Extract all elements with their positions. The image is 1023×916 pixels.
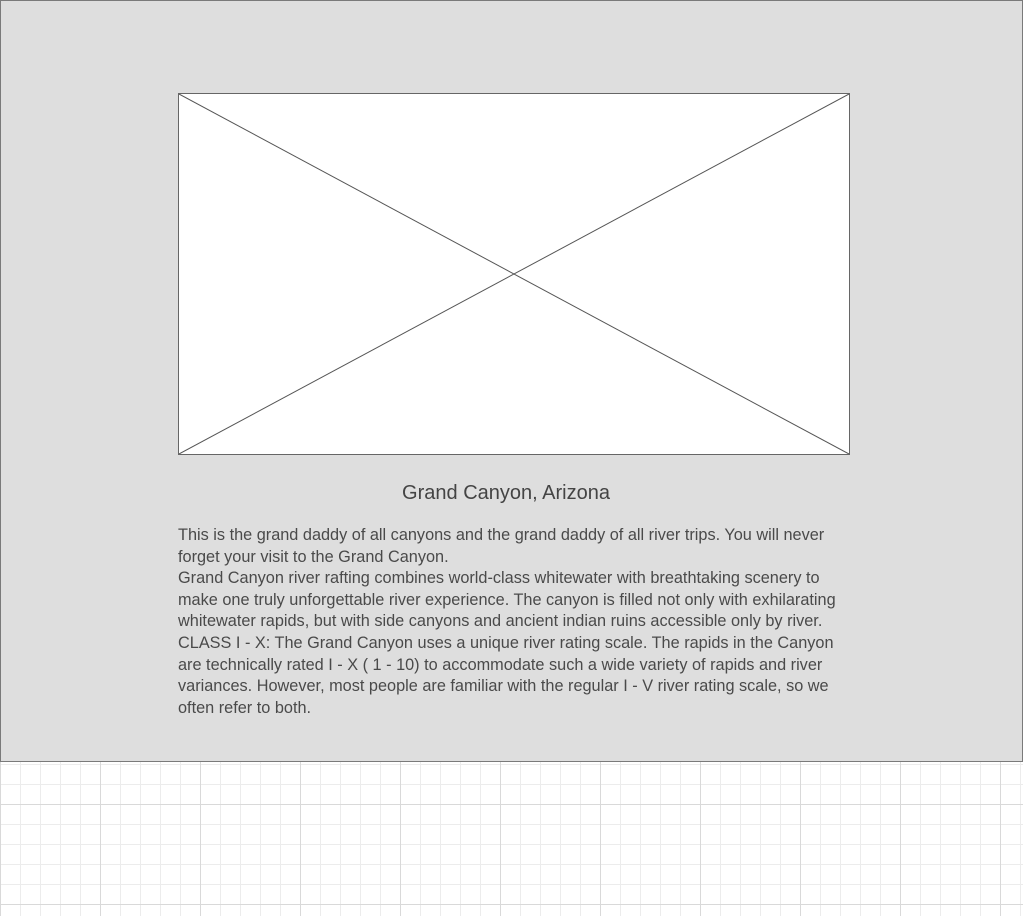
description-paragraph: CLASS I - X: The Grand Canyon uses a uni… [178,633,834,717]
content-panel: Grand Canyon, Arizona This is the grand … [0,0,1023,762]
description-paragraph: This is the grand daddy of all canyons a… [178,526,825,566]
image-placeholder-icon [179,94,849,454]
page-title: Grand Canyon, Arizona [402,482,610,504]
description: This is the grand daddy of all canyons a… [178,525,846,719]
image-placeholder [178,93,850,455]
description-paragraph: Grand Canyon river rafting combines worl… [178,569,836,631]
